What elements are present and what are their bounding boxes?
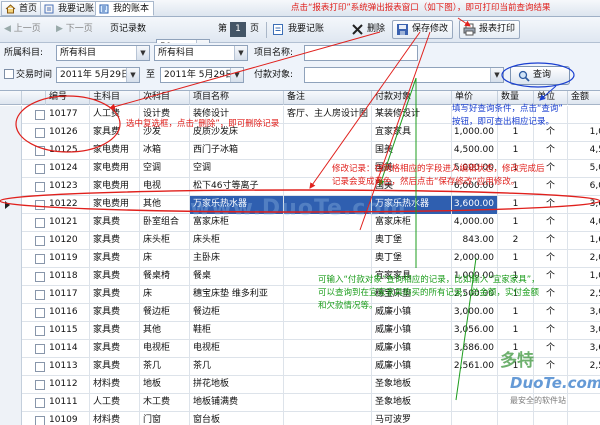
- query-annotation-line1: 填写好查询条件，点击“查询”: [452, 104, 563, 114]
- selected-row-ellipse: [0, 189, 600, 213]
- delete-arrow: [109, 31, 381, 110]
- site-logo-domain: DuoTe.com: [510, 374, 600, 392]
- print-annotation: 点击“报表打印”系统弹出报表窗口（如下图），即可打印当前查询结果: [291, 3, 551, 13]
- save-arrow-2: [359, 31, 431, 231]
- payee-annotation-line3: 和欠款情况等。: [318, 301, 378, 311]
- site-logo-text: 多特: [500, 351, 534, 371]
- delete-annotation: 选中复选框，点击“删除”，即可删除记录: [126, 119, 280, 129]
- site-logo-slogan: 最安全的软件站: [510, 396, 566, 405]
- edit-annotation-line1: 修改记录：在网格相应的字段进入编辑状态，修改完成后: [332, 164, 545, 174]
- app-window: 首页 我要记账 我的账本 ◀ 上一页 ▶ 下一页 页记录数 第 1 页 我要记账…: [0, 0, 600, 425]
- query-annotation-line2: 按钮，即可查出相应记录。: [452, 117, 555, 127]
- payee-annotation-line2: 可以查询到在宜家家具购买的所有记录，总金额，实付金额: [318, 288, 540, 298]
- payee-annotation-line1: 可输入“付款对象”查询相应的记录，比如输入“宜家家具”，: [318, 275, 540, 285]
- query-highlight-ellipse: [501, 62, 575, 88]
- query-arrow: [539, 85, 557, 101]
- edit-annotation-line2: 记录会变成黄色，然后点击“保存修改”应用修改。: [332, 177, 520, 187]
- delete-highlight-ellipse: [15, 95, 121, 153]
- print-arrow: [457, 17, 471, 27]
